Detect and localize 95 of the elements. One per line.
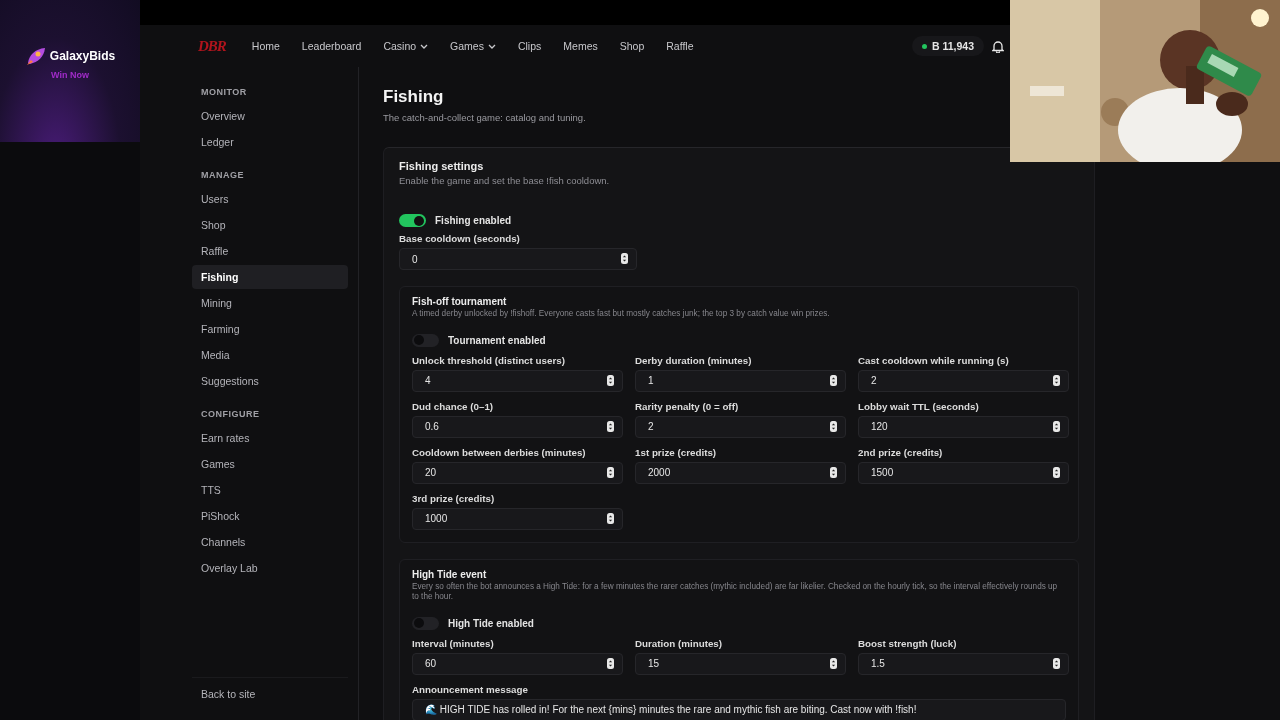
ad-banner[interactable]: GalaxyBids Win Now [0,0,140,142]
field-label: Duration (minutes) [635,637,724,649]
spinner-icon[interactable] [607,512,614,524]
spinner-icon[interactable] [1053,657,1060,669]
spinner-icon[interactable] [607,657,614,669]
field-label: Dud chance (0–1) [412,400,495,412]
bell-icon[interactable] [992,39,1004,53]
sidebar-item[interactable]: PiShock [192,504,348,528]
spinner-icon[interactable] [607,420,614,432]
number-field[interactable]: 1000 [412,507,623,530]
ad-subtitle: Win Now [51,70,89,80]
spinner-icon[interactable] [1053,420,1060,432]
number-field[interactable]: 2 [635,415,846,438]
sidebar-item[interactable]: TTS [192,478,348,502]
section-heading: MONITOR [200,86,248,99]
rocket-icon [24,46,47,66]
spinner-icon[interactable] [1053,466,1060,478]
field-label: Interval (minutes) [412,637,495,649]
toggle-switch[interactable] [412,333,439,347]
number-field[interactable]: 20 [412,461,623,484]
card-title: Fishing settings [399,160,485,172]
number-field[interactable]: 4 [412,369,623,392]
nav-link[interactable]: Games [450,40,496,52]
ad-title: GalaxyBids [49,49,116,63]
card-description: Enable the game and set the base !fish cooldown. [399,175,611,186]
number-field[interactable]: 2 [858,369,1069,392]
spinner-icon[interactable] [830,657,837,669]
sidebar-item[interactable]: Ledger [192,130,348,154]
nav-link[interactable]: Shop [619,40,645,52]
text-field[interactable]: 🌊 HIGH TIDE has rolled in! For the next {mins} minutes the rare and mythic fish are biting. Cast now with !fish! [412,698,1066,720]
spinner-icon[interactable] [621,253,628,264]
spinner-icon[interactable] [830,420,837,432]
sidebar-item[interactable]: Overview [192,104,348,128]
spinner-icon[interactable] [607,466,614,478]
number-field[interactable]: 0 [399,248,637,270]
number-field[interactable]: 1 [635,369,846,392]
sidebar-item[interactable]: Farming [192,317,348,341]
field-label: Unlock threshold (distinct users) [412,354,566,366]
status-dot-icon [921,43,927,49]
field-label: 3rd prize (credits) [412,492,496,504]
nav-link[interactable]: Clips [517,40,542,52]
field-label: Cast cooldown while running (s) [858,354,1010,366]
nav-link[interactable]: Casino [383,40,429,52]
number-field[interactable]: 2000 [635,461,846,484]
sidebar-item[interactable]: Mining [192,291,348,315]
panel-title: Fish-off tournament [412,296,508,307]
field-label: Cooldown between derbies (minutes) [412,446,587,458]
number-field[interactable]: 15 [635,652,846,675]
sidebar-item[interactable]: Media [192,343,348,367]
chevron-down-icon [420,43,429,49]
sidebar-item[interactable]: Suggestions [192,369,348,393]
nav-link[interactable]: Home [251,40,280,52]
toggle-label: High Tide enabled [448,617,534,629]
sidebar-item[interactable]: Users [192,187,348,211]
spinner-icon[interactable] [607,374,614,386]
balance-pill[interactable]: B 11,943 [911,36,984,56]
back-link[interactable]: Back to site [192,677,348,700]
section-heading: MANAGE [200,169,245,182]
number-field[interactable]: 0.6 [412,415,623,438]
field-label: 2nd prize (credits) [858,446,944,458]
sidebar-item[interactable]: Channels [192,530,348,554]
number-field[interactable]: 120 [858,415,1069,438]
sidebar-item[interactable]: Shop [192,213,348,237]
panel-description: Every so often the bot announces a High Tide: for a few minutes the rarer catches (mythic included) are far likelier. Checked on the hourly tick, so the interval effectively rounds up to the hour. [412,581,1059,603]
toggle-label: Tournament enabled [448,334,546,346]
field-label: Derby duration (minutes) [635,354,753,366]
spinner-icon[interactable] [830,466,837,478]
nav-link[interactable]: Leaderboard [301,40,362,52]
sidebar-item[interactable]: Earn rates [192,426,348,450]
page-title: Fishing [383,87,445,107]
toggle-label: Fishing enabled [435,215,512,226]
field-label: Base cooldown (seconds) [399,233,521,244]
panel-title: High Tide event [412,568,488,580]
number-field[interactable]: 60 [412,652,623,675]
toggle-switch[interactable] [412,616,439,630]
page-subtitle: The catch-and-collect game: catalog and tuning. [383,112,587,123]
spinner-icon[interactable] [830,374,837,386]
field-label: 1st prize (credits) [635,446,718,458]
nav-link[interactable]: Memes [563,40,598,52]
section-heading: CONFIGURE [200,408,261,421]
field-label: Announcement message [412,683,529,695]
field-label: Rarity penalty (0 = off) [635,400,740,412]
spinner-icon[interactable] [1053,374,1060,386]
sidebar-item[interactable]: Games [192,452,348,476]
field-label: Boost strength (luck) [858,637,958,649]
number-field[interactable]: 1500 [858,461,1069,484]
nav-link[interactable]: Raffle [666,40,694,52]
sidebar-item[interactable]: Overlay Lab [192,556,348,580]
sidebar-item[interactable]: Fishing [192,265,348,289]
field-label: Lobby wait TTL (seconds) [858,400,980,412]
toggle-switch[interactable] [399,214,426,227]
chevron-down-icon [487,43,496,49]
sidebar-item[interactable]: Raffle [192,239,348,263]
panel-description: A timed derby unlocked by !fishoff. Everyone casts fast but mostly catches junk; the top 3 by catch value win prizes. [412,309,831,320]
number-field[interactable]: 1.5 [858,652,1069,675]
